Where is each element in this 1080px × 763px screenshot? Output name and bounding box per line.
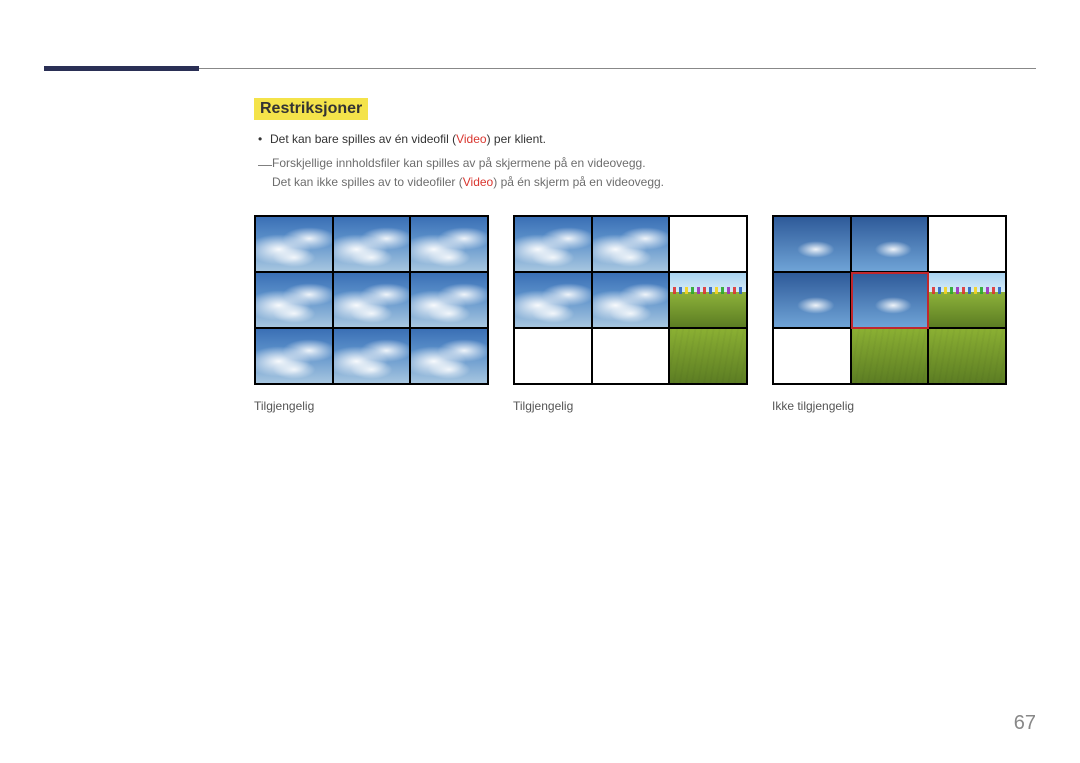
screen-cell (852, 273, 928, 327)
screen-cell (334, 217, 410, 271)
bullet-list: Det kan bare spilles av én videofil (Vid… (254, 132, 1036, 191)
section-heading: Restriksjoner (254, 98, 368, 120)
note-line-1: Forskjellige innholdsfiler kan spilles a… (272, 154, 1036, 173)
screen-cell (256, 329, 332, 383)
screen-cell-empty (670, 217, 746, 271)
figure-2: Tilgjengelig (513, 215, 748, 413)
note-block: ― Forskjellige innholdsfiler kan spilles… (272, 154, 1036, 191)
screen-cell (411, 217, 487, 271)
screen-cell (256, 273, 332, 327)
video-keyword: Video (463, 175, 493, 189)
note-line-2-post: ) på én skjerm på en videovegg. (493, 175, 664, 189)
screen-cell (515, 217, 591, 271)
figure-caption: Ikke tilgjengelig (772, 399, 1007, 413)
figure-caption: Tilgjengelig (254, 399, 489, 413)
screen-cell-empty (593, 329, 669, 383)
header-accent-bar (44, 66, 199, 71)
screen-cell (334, 329, 410, 383)
screen-cell (256, 217, 332, 271)
video-keyword: Video (456, 132, 486, 146)
screen-cell (774, 273, 850, 327)
figure-1: Tilgjengelig (254, 215, 489, 413)
note-line-2: Det kan ikke spilles av to videofiler (V… (272, 173, 1036, 192)
screen-cell-empty (515, 329, 591, 383)
screen-cell (929, 273, 1005, 327)
bullet-text-post: ) per klient. (487, 132, 546, 146)
screen-cell-empty (929, 217, 1005, 271)
screen-cell (334, 273, 410, 327)
page-content: Restriksjoner Det kan bare spilles av én… (254, 98, 1036, 413)
dash-icon: ― (258, 154, 272, 176)
bullet-item: Det kan bare spilles av én videofil (Vid… (270, 132, 1036, 146)
screen-cell (411, 329, 487, 383)
screen-cell-empty (774, 329, 850, 383)
screen-cell (774, 217, 850, 271)
figures-row: Tilgjengelig Tilgjengelig (254, 215, 1036, 413)
figure-3: Ikke tilgjengelig (772, 215, 1007, 413)
videowall-grid-3 (772, 215, 1007, 385)
note-line-2-pre: Det kan ikke spilles av to videofiler ( (272, 175, 463, 189)
videowall-grid-1 (254, 215, 489, 385)
screen-cell (929, 329, 1005, 383)
screen-cell (411, 273, 487, 327)
screen-cell (670, 329, 746, 383)
screen-cell (515, 273, 591, 327)
bullet-text-pre: Det kan bare spilles av én videofil ( (270, 132, 456, 146)
screen-cell (593, 217, 669, 271)
screen-cell (852, 329, 928, 383)
page-number: 67 (1014, 712, 1036, 735)
screen-cell (593, 273, 669, 327)
screen-cell (670, 273, 746, 327)
screen-cell (852, 217, 928, 271)
videowall-grid-2 (513, 215, 748, 385)
figure-caption: Tilgjengelig (513, 399, 748, 413)
